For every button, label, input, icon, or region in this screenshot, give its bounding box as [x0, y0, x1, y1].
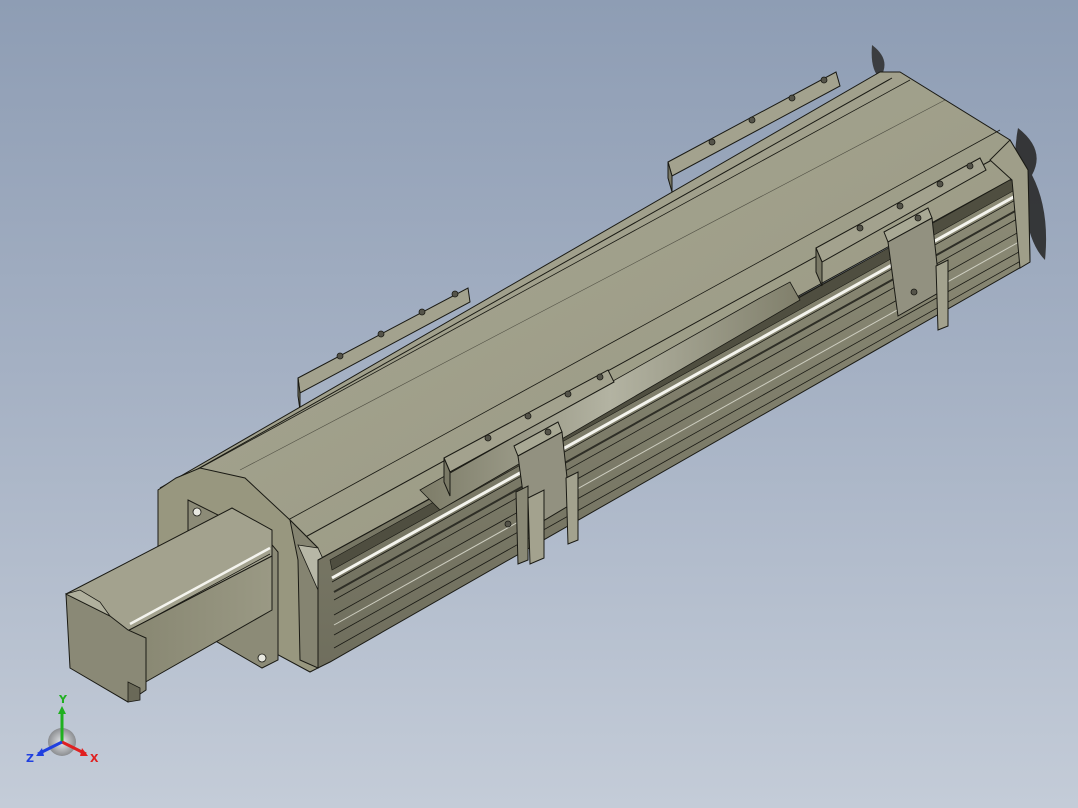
actuator-body[interactable] [157, 71, 1031, 673]
x-axis-arrow [80, 748, 88, 756]
z-axis-label: Z [26, 752, 34, 765]
graphics-viewport[interactable]: Y X Z [0, 0, 1078, 808]
z-axis-arrow [36, 748, 44, 756]
y-axis-label: Y [58, 693, 68, 706]
linear-actuator-model[interactable] [0, 0, 1078, 808]
y-axis-arrow [58, 706, 66, 714]
x-axis-label: X [90, 752, 99, 765]
axis-triad-icon[interactable]: Y X Z [22, 690, 112, 770]
